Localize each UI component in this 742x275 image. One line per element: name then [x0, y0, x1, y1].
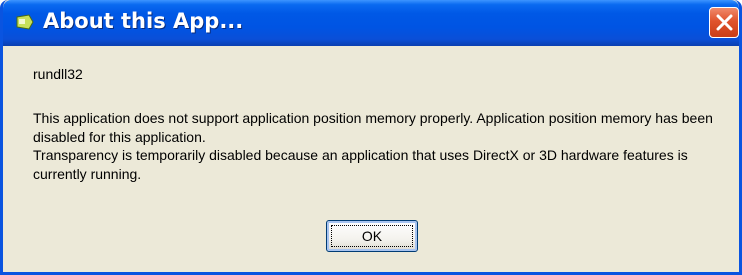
- close-icon: [716, 14, 733, 31]
- ok-button-label: OK: [361, 228, 383, 244]
- position-memory-message: This application does not support applic…: [33, 110, 713, 145]
- ok-button[interactable]: OK: [326, 220, 418, 252]
- close-button[interactable]: [709, 7, 739, 38]
- app-icon: [15, 13, 35, 31]
- app-name-label: rundll32: [33, 66, 83, 82]
- window-title: About this App...: [43, 9, 244, 33]
- message-text: This application does not support applic…: [33, 109, 733, 183]
- about-dialog: About this App... rundll32 This applicat…: [0, 0, 742, 275]
- transparency-message: Transparency is temporarily disabled bec…: [33, 147, 688, 182]
- title-bar[interactable]: About this App...: [3, 0, 739, 46]
